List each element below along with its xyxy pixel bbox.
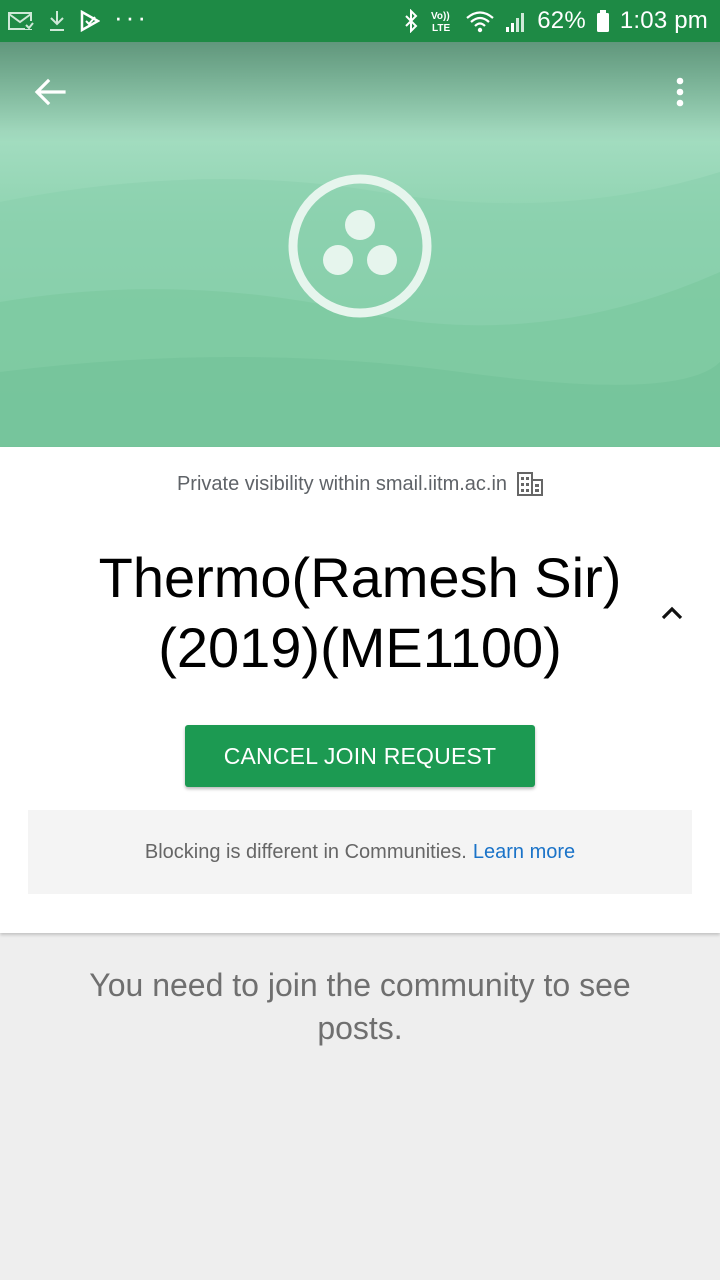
more-vert-icon (676, 77, 684, 107)
community-icon (288, 174, 432, 318)
signal-icon (505, 7, 527, 35)
visibility-text: Private visibility within smail.iitm.ac.… (176, 472, 508, 495)
svg-text:LTE: LTE (432, 23, 450, 34)
community-header (0, 42, 720, 447)
clock: 1:03 pm (619, 7, 708, 34)
blocking-notice-text: Blocking is different in Communities. (144, 840, 467, 863)
volte-icon: Vo)) LTE (429, 7, 455, 35)
battery-icon (596, 7, 610, 35)
chevron-up-icon (661, 606, 683, 620)
back-button[interactable] (22, 70, 78, 114)
community-info-card: Private visibility within smail.iitm.ac.… (0, 447, 720, 933)
battery-percent: 62% (537, 7, 586, 34)
join-community-message: You need to join the community to see po… (89, 967, 631, 1046)
community-title-line1: Thermo(Ramesh Sir) (98, 546, 622, 609)
play-store-icon (80, 7, 100, 35)
status-left-icons: ··· (8, 2, 149, 35)
more-notifications-icon: ··· (114, 2, 149, 32)
wifi-icon (465, 7, 495, 35)
arrow-back-icon (34, 78, 66, 106)
community-title-line2: (2019)(ME1100) (158, 616, 562, 679)
community-title: Thermo(Ramesh Sir) (2019)(ME1100) (70, 543, 650, 683)
overflow-menu-button[interactable] (660, 70, 700, 114)
status-right-icons: Vo)) LTE 62% 1:03 pm (403, 7, 708, 35)
collapse-details-button[interactable] (652, 595, 692, 631)
domain-building-icon (517, 472, 544, 496)
learn-more-link[interactable]: Learn more (473, 841, 575, 864)
mail-icon (8, 7, 34, 35)
status-bar: ··· Vo)) LTE 62% 1:03 pm (0, 0, 720, 42)
visibility-row: Private visibility within smail.iitm.ac.… (0, 467, 720, 501)
svg-text:Vo)): Vo)) (431, 11, 450, 22)
header-top-shade (0, 42, 720, 142)
download-icon (48, 7, 66, 35)
cancel-join-request-button[interactable]: CANCEL JOIN REQUEST (185, 725, 535, 787)
bluetooth-icon (403, 7, 419, 35)
blocking-notice: Blocking is different in Communities. Le… (28, 810, 692, 894)
